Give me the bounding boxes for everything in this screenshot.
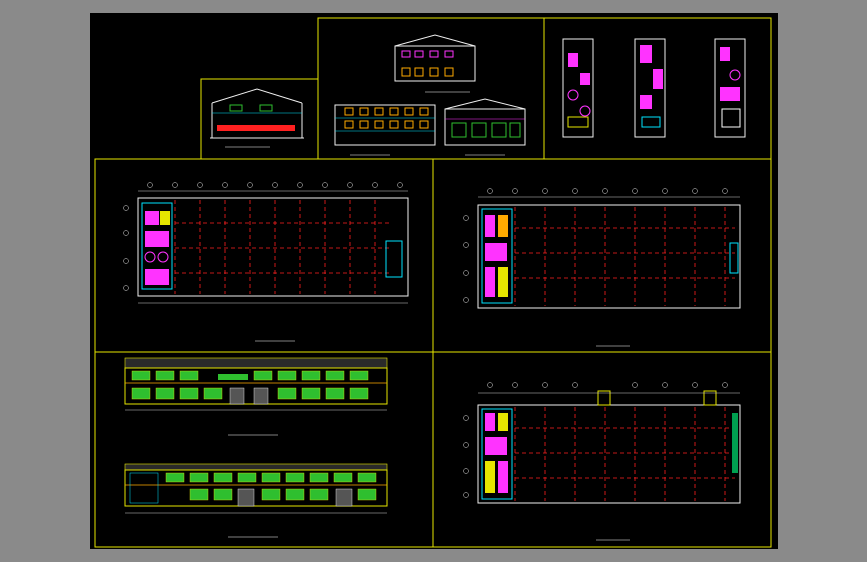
stair-detail-b [634, 38, 666, 138]
floor-plan-1 [123, 182, 409, 342]
cad-drawing-sheet [90, 13, 778, 549]
elevation-top-right [444, 98, 526, 156]
stair-detail-c [714, 38, 746, 138]
elevation-north [124, 463, 388, 538]
stair-detail-a [562, 38, 594, 138]
floor-plan-3 [463, 382, 741, 541]
elevation-top-upper [394, 34, 476, 93]
elevations-top-frame [317, 17, 545, 160]
cad-drawing-svg [94, 17, 772, 548]
elevation-south [124, 357, 388, 436]
building-section-small [210, 88, 304, 148]
floor-plan-2 [463, 188, 741, 347]
elevation-top-left [334, 104, 436, 156]
